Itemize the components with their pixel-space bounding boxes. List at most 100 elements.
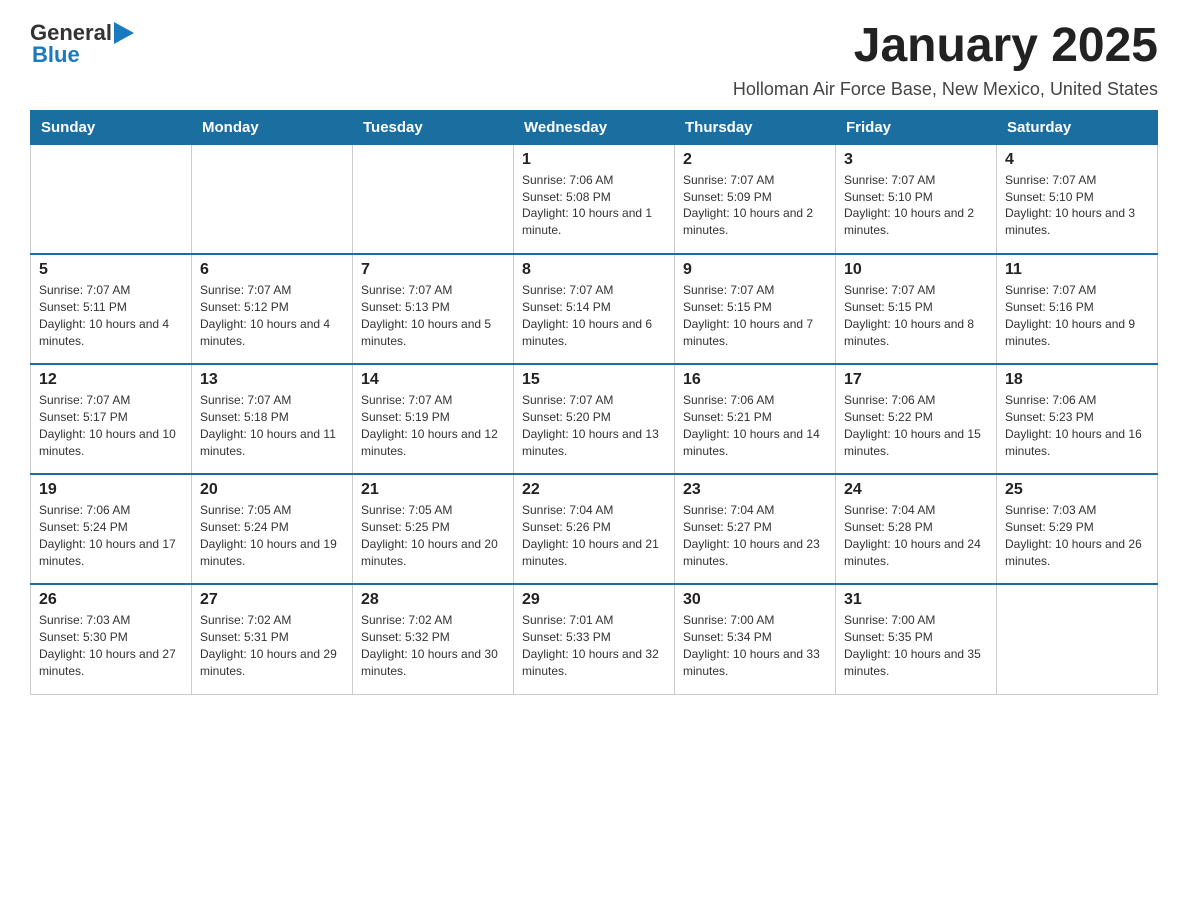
calendar-cell: 19 Sunrise: 7:06 AMSunset: 5:24 PMDayligh… — [31, 474, 192, 584]
day-number: 11 — [1005, 261, 1149, 279]
day-info: Sunrise: 7:06 AMSunset: 5:21 PMDaylight:… — [683, 392, 827, 459]
calendar-cell: 30Sunrise: 7:00 AMSunset: 5:34 PMDayligh… — [675, 584, 836, 694]
calendar-cell: 4 Sunrise: 7:07 AMSunset: 5:10 PMDaylight… — [997, 144, 1158, 254]
day-info: Sunrise: 7:07 AMSunset: 5:10 PMDaylight:… — [1005, 172, 1149, 239]
day-info: Sunrise: 7:07 AMSunset: 5:15 PMDaylight:… — [683, 282, 827, 349]
day-info: Sunrise: 7:07 AMSunset: 5:09 PMDaylight:… — [683, 172, 827, 239]
calendar-cell: 14Sunrise: 7:07 AMSunset: 5:19 PMDayligh… — [353, 364, 514, 474]
day-number: 20 — [200, 481, 344, 499]
calendar-cell — [31, 144, 192, 254]
calendar-week-5: 26 Sunrise: 7:03 AMSunset: 5:30 PMDayligh… — [31, 584, 1158, 694]
logo: General Blue — [30, 20, 134, 68]
calendar-cell: 3 Sunrise: 7:07 AMSunset: 5:10 PMDaylight… — [836, 144, 997, 254]
day-number: 14 — [361, 371, 505, 389]
calendar-cell: 17 Sunrise: 7:06 AMSunset: 5:22 PMDayligh… — [836, 364, 997, 474]
day-info: Sunrise: 7:04 AMSunset: 5:28 PMDaylight:… — [844, 502, 988, 569]
calendar-cell: 21Sunrise: 7:05 AMSunset: 5:25 PMDayligh… — [353, 474, 514, 584]
day-number: 7 — [361, 261, 505, 279]
calendar-cell: 27 Sunrise: 7:02 AMSunset: 5:31 PMDayligh… — [192, 584, 353, 694]
weekday-header-thursday: Thursday — [675, 110, 836, 144]
day-number: 16 — [683, 371, 827, 389]
day-number: 3 — [844, 151, 988, 169]
day-number: 2 — [683, 151, 827, 169]
day-info: Sunrise: 7:06 AMSunset: 5:24 PMDaylight:… — [39, 502, 183, 569]
day-info: Sunrise: 7:07 AMSunset: 5:15 PMDaylight:… — [844, 282, 988, 349]
location-subtitle: Holloman Air Force Base, New Mexico, Uni… — [733, 79, 1158, 100]
calendar-cell: 12 Sunrise: 7:07 AMSunset: 5:17 PMDayligh… — [31, 364, 192, 474]
day-info: Sunrise: 7:02 AMSunset: 5:31 PMDaylight:… — [200, 612, 344, 679]
day-info: Sunrise: 7:07 AMSunset: 5:11 PMDaylight:… — [39, 282, 183, 349]
page-header: General Blue January 2025 Holloman Air F… — [30, 20, 1158, 100]
calendar-cell — [353, 144, 514, 254]
day-info: Sunrise: 7:07 AMSunset: 5:16 PMDaylight:… — [1005, 282, 1149, 349]
day-number: 29 — [522, 591, 666, 609]
calendar-cell: 28Sunrise: 7:02 AMSunset: 5:32 PMDayligh… — [353, 584, 514, 694]
calendar-cell: 8 Sunrise: 7:07 AMSunset: 5:14 PMDaylight… — [514, 254, 675, 364]
calendar-cell: 29Sunrise: 7:01 AMSunset: 5:33 PMDayligh… — [514, 584, 675, 694]
day-info: Sunrise: 7:07 AMSunset: 5:10 PMDaylight:… — [844, 172, 988, 239]
day-number: 1 — [522, 151, 666, 169]
calendar-cell: 25Sunrise: 7:03 AMSunset: 5:29 PMDayligh… — [997, 474, 1158, 584]
day-info: Sunrise: 7:07 AMSunset: 5:17 PMDaylight:… — [39, 392, 183, 459]
day-info: Sunrise: 7:05 AMSunset: 5:24 PMDaylight:… — [200, 502, 344, 569]
day-info: Sunrise: 7:07 AMSunset: 5:13 PMDaylight:… — [361, 282, 505, 349]
title-section: January 2025 Holloman Air Force Base, Ne… — [733, 20, 1158, 100]
calendar-week-3: 12 Sunrise: 7:07 AMSunset: 5:17 PMDayligh… — [31, 364, 1158, 474]
day-number: 13 — [200, 371, 344, 389]
month-title: January 2025 — [733, 20, 1158, 73]
day-number: 12 — [39, 371, 183, 389]
day-number: 26 — [39, 591, 183, 609]
day-number: 6 — [200, 261, 344, 279]
calendar-cell: 31 Sunrise: 7:00 AMSunset: 5:35 PMDayligh… — [836, 584, 997, 694]
day-number: 4 — [1005, 151, 1149, 169]
day-number: 5 — [39, 261, 183, 279]
calendar-cell: 13 Sunrise: 7:07 AMSunset: 5:18 PMDayligh… — [192, 364, 353, 474]
calendar-week-4: 19 Sunrise: 7:06 AMSunset: 5:24 PMDayligh… — [31, 474, 1158, 584]
calendar-cell: 7 Sunrise: 7:07 AMSunset: 5:13 PMDaylight… — [353, 254, 514, 364]
weekday-header-wednesday: Wednesday — [514, 110, 675, 144]
day-number: 17 — [844, 371, 988, 389]
day-info: Sunrise: 7:07 AMSunset: 5:20 PMDaylight:… — [522, 392, 666, 459]
calendar-week-2: 5 Sunrise: 7:07 AMSunset: 5:11 PMDaylight… — [31, 254, 1158, 364]
calendar-cell: 23Sunrise: 7:04 AMSunset: 5:27 PMDayligh… — [675, 474, 836, 584]
day-info: Sunrise: 7:06 AMSunset: 5:08 PMDaylight:… — [522, 172, 666, 239]
calendar-cell — [192, 144, 353, 254]
day-info: Sunrise: 7:04 AMSunset: 5:26 PMDaylight:… — [522, 502, 666, 569]
day-number: 10 — [844, 261, 988, 279]
weekday-header-tuesday: Tuesday — [353, 110, 514, 144]
calendar-cell: 16 Sunrise: 7:06 AMSunset: 5:21 PMDayligh… — [675, 364, 836, 474]
calendar-cell: 5 Sunrise: 7:07 AMSunset: 5:11 PMDaylight… — [31, 254, 192, 364]
calendar-cell: 22 Sunrise: 7:04 AMSunset: 5:26 PMDayligh… — [514, 474, 675, 584]
day-info: Sunrise: 7:07 AMSunset: 5:18 PMDaylight:… — [200, 392, 344, 459]
day-info: Sunrise: 7:03 AMSunset: 5:29 PMDaylight:… — [1005, 502, 1149, 569]
calendar-cell: 11 Sunrise: 7:07 AMSunset: 5:16 PMDayligh… — [997, 254, 1158, 364]
calendar-cell: 1 Sunrise: 7:06 AMSunset: 5:08 PMDaylight… — [514, 144, 675, 254]
weekday-header-sunday: Sunday — [31, 110, 192, 144]
day-number: 22 — [522, 481, 666, 499]
day-info: Sunrise: 7:06 AMSunset: 5:22 PMDaylight:… — [844, 392, 988, 459]
day-number: 8 — [522, 261, 666, 279]
calendar-cell: 9 Sunrise: 7:07 AMSunset: 5:15 PMDaylight… — [675, 254, 836, 364]
calendar-header-row: SundayMondayTuesdayWednesdayThursdayFrid… — [31, 110, 1158, 144]
weekday-header-saturday: Saturday — [997, 110, 1158, 144]
day-info: Sunrise: 7:00 AMSunset: 5:34 PMDaylight:… — [683, 612, 827, 679]
calendar-cell: 10 Sunrise: 7:07 AMSunset: 5:15 PMDayligh… — [836, 254, 997, 364]
calendar-table: SundayMondayTuesdayWednesdayThursdayFrid… — [30, 110, 1158, 695]
calendar-cell: 6 Sunrise: 7:07 AMSunset: 5:12 PMDaylight… — [192, 254, 353, 364]
day-number: 18 — [1005, 371, 1149, 389]
calendar-week-1: 1 Sunrise: 7:06 AMSunset: 5:08 PMDaylight… — [31, 144, 1158, 254]
day-number: 31 — [844, 591, 988, 609]
day-number: 27 — [200, 591, 344, 609]
day-info: Sunrise: 7:07 AMSunset: 5:14 PMDaylight:… — [522, 282, 666, 349]
day-number: 19 — [39, 481, 183, 499]
calendar-cell: 24Sunrise: 7:04 AMSunset: 5:28 PMDayligh… — [836, 474, 997, 584]
day-info: Sunrise: 7:03 AMSunset: 5:30 PMDaylight:… — [39, 612, 183, 679]
calendar-cell: 20 Sunrise: 7:05 AMSunset: 5:24 PMDayligh… — [192, 474, 353, 584]
weekday-header-monday: Monday — [192, 110, 353, 144]
day-number: 23 — [683, 481, 827, 499]
day-info: Sunrise: 7:07 AMSunset: 5:12 PMDaylight:… — [200, 282, 344, 349]
weekday-header-friday: Friday — [836, 110, 997, 144]
day-number: 9 — [683, 261, 827, 279]
day-info: Sunrise: 7:00 AMSunset: 5:35 PMDaylight:… — [844, 612, 988, 679]
logo-blue-text: Blue — [32, 42, 80, 68]
